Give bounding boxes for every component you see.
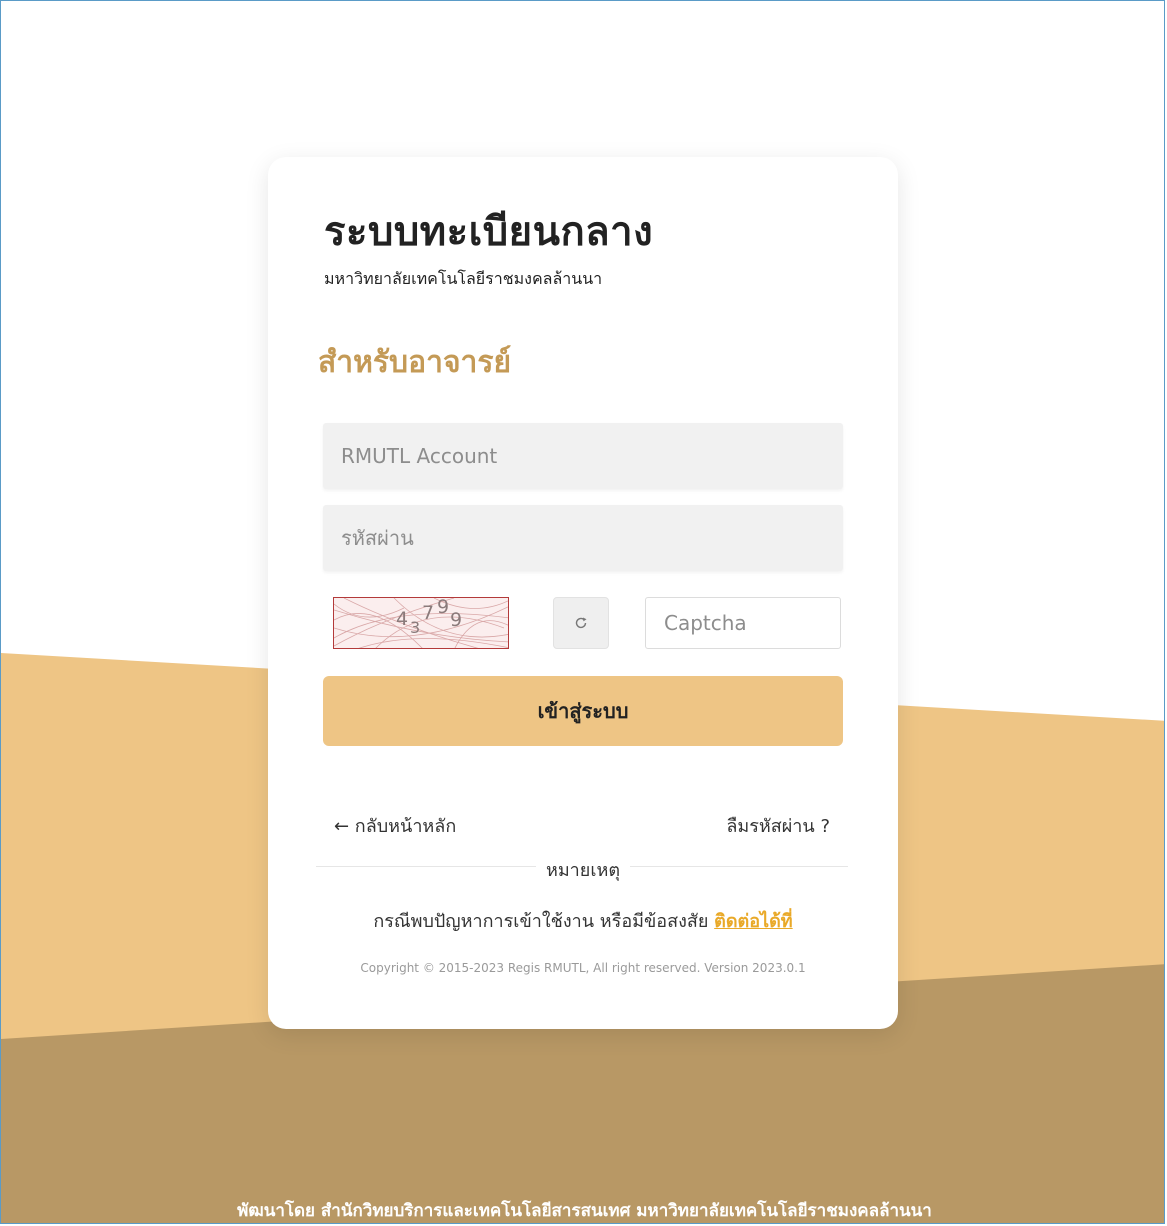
footer-credit: พัฒนาโดย สำนักวิทยบริการและเทคโนโลยีสารส… bbox=[237, 1201, 932, 1221]
captcha-digit: 3 bbox=[410, 618, 421, 637]
role-heading: สำหรับอาจารย์ bbox=[318, 345, 512, 380]
password-input[interactable] bbox=[323, 505, 843, 571]
system-title: ระบบทะเบียนกลาง bbox=[324, 209, 654, 255]
captcha-digit: 7 bbox=[422, 602, 435, 624]
refresh-icon bbox=[575, 617, 587, 629]
forgot-password-link[interactable]: ลืมรหัสผ่าน ? bbox=[726, 811, 830, 840]
university-name: มหาวิทยาลัยเทคโนโลยีราชมงคลล้านนา bbox=[324, 269, 603, 288]
login-card: ระบบทะเบียนกลาง มหาวิทยาลัยเทคโนโลยีราชม… bbox=[268, 157, 898, 1029]
captcha-input[interactable] bbox=[645, 597, 841, 649]
copyright-text: Copyright © 2015-2023 Regis RMUTL, All r… bbox=[360, 961, 806, 975]
page-frame: ระบบทะเบียนกลาง มหาวิทยาลัยเทคโนโลยีราชม… bbox=[0, 0, 1165, 1224]
refresh-captcha-button[interactable] bbox=[553, 597, 609, 649]
back-to-home-link[interactable]: ← กลับหน้าหลัก bbox=[334, 811, 456, 840]
captcha-digits: 4 3 7 9 9 bbox=[334, 597, 508, 648]
account-input[interactable] bbox=[323, 423, 843, 489]
login-button[interactable]: เข้าสู่ระบบ bbox=[323, 676, 843, 746]
captcha-digit: 9 bbox=[450, 609, 463, 631]
remark-message: กรณีพบปัญหาการเข้าใช้งาน หรือมีข้อสงสัย bbox=[373, 911, 709, 932]
captcha-digit: 4 bbox=[396, 608, 409, 630]
remark-label: หมายเหตุ bbox=[535, 860, 631, 881]
captcha-image: 4 3 7 9 9 bbox=[333, 597, 509, 649]
captcha-digit: 9 bbox=[437, 597, 450, 618]
remark-heading: หมายเหตุ bbox=[268, 855, 898, 884]
contact-link[interactable]: ติดต่อได้ที่ bbox=[714, 911, 793, 932]
remark-text: กรณีพบปัญหาการเข้าใช้งาน หรือมีข้อสงสัย … bbox=[268, 906, 898, 935]
